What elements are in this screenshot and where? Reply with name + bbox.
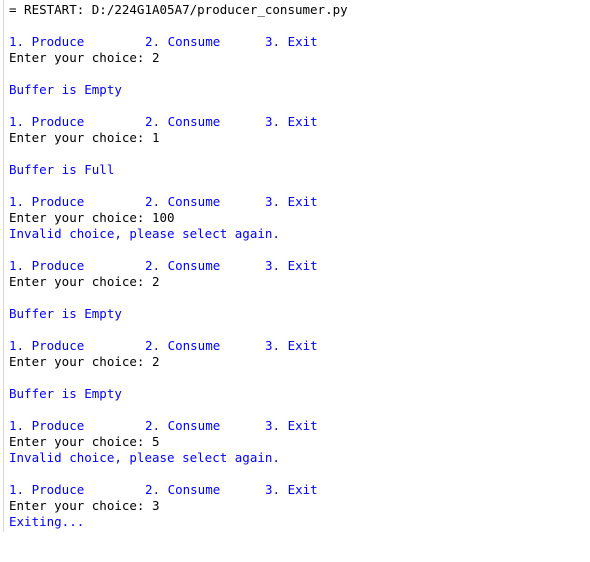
menu-exit: 3. Exit xyxy=(265,338,318,353)
python-shell-output[interactable]: = RESTART: D:/224G1A05A7/producer_consum… xyxy=(0,0,590,532)
menu-consume: 2. Consume xyxy=(145,194,221,209)
menu-line: 1. Produce 2. Consume 3. Exit xyxy=(9,482,339,498)
menu-produce: 1. Produce xyxy=(9,34,85,49)
menu-consume: 2. Consume xyxy=(145,34,221,49)
menu-line: 1. Produce 2. Consume 3. Exit xyxy=(9,258,339,274)
buffer-status: Buffer is Full xyxy=(9,162,115,177)
menu-exit: 3. Exit xyxy=(265,258,318,273)
buffer-status: Buffer is Empty xyxy=(9,386,122,401)
menu-line: 1. Produce 2. Consume 3. Exit xyxy=(9,194,339,210)
menu-exit: 3. Exit xyxy=(265,418,318,433)
menu-consume: 2. Consume xyxy=(145,114,221,129)
menu-line: 1. Produce 2. Consume 3. Exit xyxy=(9,114,339,130)
invalid-choice-message: Invalid choice, please select again. xyxy=(9,226,280,241)
choice-prompt: Enter your choice: 5 xyxy=(9,434,160,449)
menu-produce: 1. Produce xyxy=(9,482,85,497)
menu-produce: 1. Produce xyxy=(9,258,85,273)
menu-exit: 3. Exit xyxy=(265,34,318,49)
shell-left-margin xyxy=(3,0,4,532)
menu-exit: 3. Exit xyxy=(265,482,318,497)
choice-prompt: Enter your choice: 100 xyxy=(9,210,175,225)
menu-line: 1. Produce 2. Consume 3. Exit xyxy=(9,418,339,434)
menu-consume: 2. Consume xyxy=(145,482,221,497)
buffer-status: Buffer is Empty xyxy=(9,82,122,97)
menu-produce: 1. Produce xyxy=(9,338,85,353)
menu-consume: 2. Consume xyxy=(145,258,221,273)
choice-prompt: Enter your choice: 2 xyxy=(9,50,160,65)
invalid-choice-message: Invalid choice, please select again. xyxy=(9,450,280,465)
menu-produce: 1. Produce xyxy=(9,114,85,129)
exit-message: Exiting... xyxy=(9,514,85,529)
menu-exit: 3. Exit xyxy=(265,194,318,209)
restart-line: = RESTART: D:/224G1A05A7/producer_consum… xyxy=(9,2,348,17)
menu-line: 1. Produce 2. Consume 3. Exit xyxy=(9,338,339,354)
menu-produce: 1. Produce xyxy=(9,418,85,433)
menu-line: 1. Produce 2. Consume 3. Exit xyxy=(9,34,339,50)
choice-prompt: Enter your choice: 3 xyxy=(9,498,160,513)
menu-consume: 2. Consume xyxy=(145,418,221,433)
menu-exit: 3. Exit xyxy=(265,114,318,129)
choice-prompt: Enter your choice: 1 xyxy=(9,130,160,145)
choice-prompt: Enter your choice: 2 xyxy=(9,274,160,289)
choice-prompt: Enter your choice: 2 xyxy=(9,354,160,369)
menu-produce: 1. Produce xyxy=(9,194,85,209)
menu-consume: 2. Consume xyxy=(145,338,221,353)
buffer-status: Buffer is Empty xyxy=(9,306,122,321)
